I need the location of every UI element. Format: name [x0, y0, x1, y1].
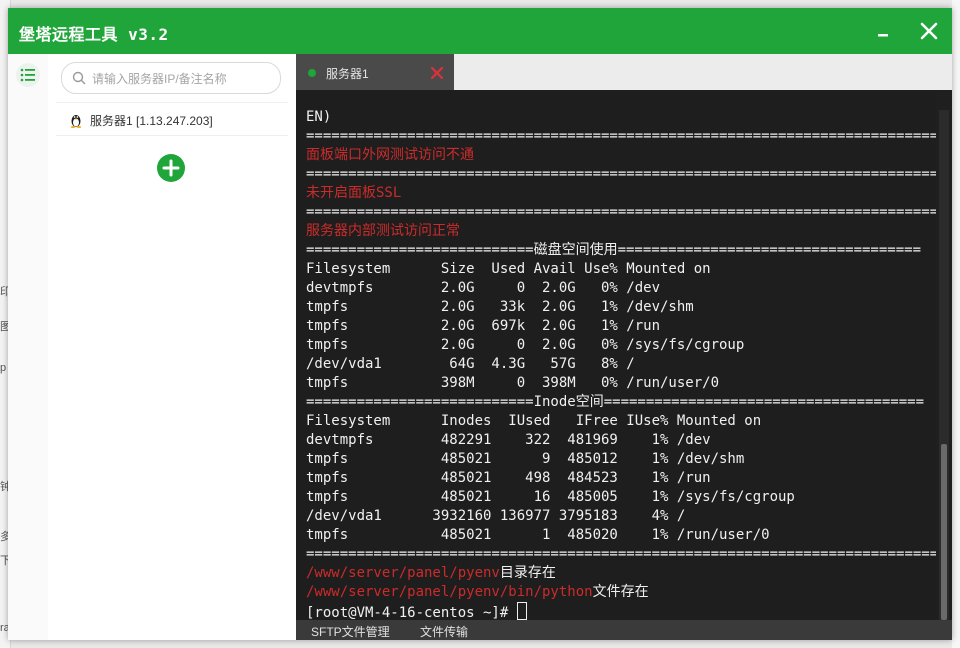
menu-button[interactable]: [16, 63, 40, 87]
terminal-text: ========================================…: [306, 546, 936, 562]
terminal-line: ========================================…: [306, 127, 936, 146]
terminal-text: 目录存在: [499, 565, 556, 581]
background-text: p: [0, 362, 7, 374]
terminal-line: /dev/vda1 3932160 136977 3795183 4% /: [306, 507, 936, 526]
minimize-icon: [878, 34, 888, 37]
close-icon: [920, 22, 938, 40]
terminal-text: tmpfs 2.0G 0 2.0G 0% /sys/fs/cgroup: [306, 337, 745, 353]
terminal-line: [root@VM-4-16-centos ~]#: [306, 602, 936, 620]
terminal-text: Filesystem Inodes IUsed IFree IUse% Moun…: [306, 413, 762, 429]
file-transfer-tab[interactable]: 文件传输: [420, 623, 468, 640]
terminal-line: devtmpfs 2.0G 0 2.0G 0% /dev: [306, 279, 936, 298]
terminal-text: 未开启面板SSL: [306, 185, 402, 201]
terminal-line: Filesystem Size Used Avail Use% Mounted …: [306, 260, 936, 279]
terminal-line: /dev/vda1 64G 4.3G 57G 8% /: [306, 355, 936, 374]
sftp-file-manager-tab[interactable]: SFTP文件管理: [311, 623, 390, 640]
close-button[interactable]: [916, 18, 942, 44]
terminal-line: ========================================…: [306, 203, 936, 222]
terminal-text: ========================================…: [306, 128, 936, 144]
server-name: 服务器1 [1.13.247.203]: [90, 114, 213, 128]
tab-server1[interactable]: 服务器1: [296, 54, 454, 91]
plus-icon: [162, 159, 180, 177]
terminal-line: EN): [306, 108, 936, 127]
terminal-text: tmpfs 398M 0 398M 0% /run/user/0: [306, 375, 720, 391]
terminal-line: 面板端口外网测试访问不通: [306, 146, 936, 165]
terminal-text: ========================================…: [306, 166, 936, 182]
sidebar-nav: [8, 54, 49, 640]
terminal-scrollbar[interactable]: [939, 110, 949, 622]
terminal-line: Filesystem Inodes IUsed IFree IUse% Moun…: [306, 412, 936, 431]
app-window: 堡塔远程工具 v3.2 请输入服务器IP/备注名称 服务器1 [1.13.247…: [8, 8, 952, 640]
terminal-line: tmpfs 485021 9 485012 1% /dev/shm: [306, 450, 936, 469]
connection-status-dot: [308, 69, 316, 77]
terminal-text: tmpfs 2.0G 33k 2.0G 1% /dev/shm: [306, 299, 694, 315]
terminal-text: 服务器内部测试访问正常: [306, 223, 460, 239]
terminal-line: 服务器内部测试访问正常: [306, 222, 936, 241]
terminal-line: ========================================…: [306, 165, 936, 184]
terminal-text: [root@VM-4-16-centos ~]#: [306, 605, 517, 620]
terminal-line: 未开启面板SSL: [306, 184, 936, 203]
server-list-item[interactable]: 服务器1 [1.13.247.203]: [56, 102, 288, 136]
terminal-text: /www/server/panel/pyenv: [306, 565, 500, 581]
terminal-line: ===========================Inode空间======…: [306, 393, 936, 412]
background-app-edge-right: [952, 0, 960, 648]
session-tab-strip: 服务器1: [296, 54, 952, 91]
terminal-cursor: [516, 602, 527, 620]
terminal-text: ===========================Inode空间======…: [306, 394, 925, 410]
terminal-line: /www/server/panel/pyenv/bin/python文件存在: [306, 583, 936, 602]
terminal-line: tmpfs 2.0G 0 2.0G 0% /sys/fs/cgroup: [306, 336, 936, 355]
search-icon: [72, 71, 86, 85]
terminal-line: tmpfs 485021 498 484523 1% /run: [306, 469, 936, 488]
tab-close-icon[interactable]: [430, 66, 444, 80]
terminal-text: devtmpfs 2.0G 0 2.0G 0% /dev: [306, 280, 661, 296]
tab-label: 服务器1: [326, 67, 369, 81]
terminal-text: EN): [306, 109, 332, 125]
terminal-text: devtmpfs 482291 322 481969 1% /dev: [306, 432, 711, 448]
terminal-text: tmpfs 485021 1 485020 1% /run/user/0: [306, 527, 770, 543]
terminal-area: 服务器1 EN) ================================…: [296, 54, 952, 640]
terminal-bottom-bar: SFTP文件管理 文件传输: [296, 620, 952, 640]
terminal-text: 面板端口外网测试访问不通: [306, 147, 474, 163]
terminal-text: /dev/vda1 64G 4.3G 57G 8% /: [306, 356, 635, 372]
terminal-line: tmpfs 398M 0 398M 0% /run/user/0: [306, 374, 936, 393]
terminal-text: /www/server/panel/pyenv/bin/python: [306, 584, 593, 600]
terminal-line: devtmpfs 482291 322 481969 1% /dev: [306, 431, 936, 450]
terminal-text: ========================================…: [306, 204, 936, 220]
search-input[interactable]: [90, 68, 276, 90]
terminal-line: tmpfs 2.0G 697k 2.0G 1% /run: [306, 317, 936, 336]
minimize-button[interactable]: [870, 18, 896, 44]
terminal-line: tmpfs 485021 1 485020 1% /run/user/0: [306, 526, 936, 545]
title-bar[interactable]: 堡塔远程工具 v3.2: [8, 8, 952, 54]
terminal-line: /www/server/panel/pyenv目录存在: [306, 564, 936, 583]
server-search: [61, 62, 281, 94]
server-list-panel: 服务器1 [1.13.247.203]: [48, 54, 296, 640]
linux-tux-icon: [70, 115, 82, 128]
terminal-text: ===========================磁盘空间使用=======…: [306, 242, 922, 258]
terminal-line: ========================================…: [306, 545, 936, 564]
terminal-text: Filesystem Size Used Avail Use% Mounted …: [306, 261, 711, 277]
terminal-text: tmpfs 485021 498 484523 1% /run: [306, 470, 711, 486]
terminal-text: tmpfs 485021 9 485012 1% /dev/shm: [306, 451, 745, 467]
terminal-line: tmpfs 485021 16 485005 1% /sys/fs/cgroup: [306, 488, 936, 507]
list-icon: [20, 68, 35, 82]
terminal-text: tmpfs 2.0G 697k 2.0G 1% /run: [306, 318, 661, 334]
terminal-line: ===========================磁盘空间使用=======…: [306, 241, 936, 260]
terminal-text: /dev/vda1 3932160 136977 3795183 4% /: [306, 508, 686, 524]
window-title: 堡塔远程工具 v3.2: [19, 25, 169, 44]
terminal-lines: EN) =====================================…: [306, 108, 936, 620]
terminal-text: 文件存在: [592, 584, 649, 600]
terminal-text: tmpfs 485021 16 485005 1% /sys/fs/cgroup: [306, 489, 795, 505]
terminal-output[interactable]: EN) =====================================…: [296, 90, 936, 620]
terminal-line: tmpfs 2.0G 33k 2.0G 1% /dev/shm: [306, 298, 936, 317]
add-server-button[interactable]: [157, 154, 185, 182]
scrollbar-thumb[interactable]: [941, 444, 947, 620]
